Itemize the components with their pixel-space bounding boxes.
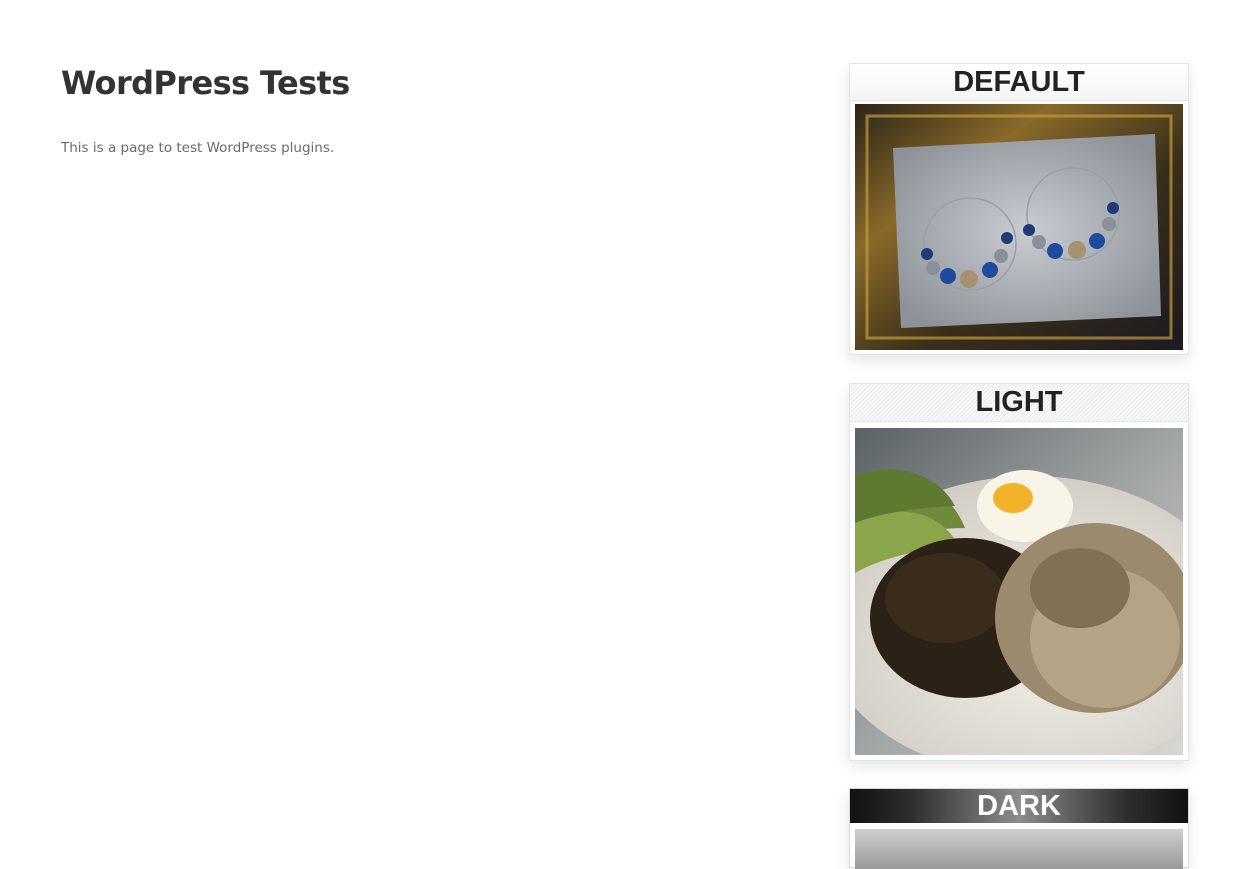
- widget-title-light: LIGHT: [850, 384, 1188, 422]
- photo-earrings[interactable]: [855, 104, 1183, 350]
- photo-plate[interactable]: [855, 428, 1183, 755]
- page-title: WordPress Tests: [61, 64, 350, 102]
- widget-default: DEFAULT: [849, 63, 1189, 355]
- widget-title-default: DEFAULT: [850, 64, 1188, 101]
- widget-dark: DARK: [849, 788, 1189, 869]
- page-description: This is a page to test WordPress plugins…: [61, 140, 335, 156]
- widget-light: LIGHT: [849, 383, 1189, 761]
- widget-title-dark: DARK: [850, 789, 1188, 823]
- photo-dark[interactable]: [855, 829, 1183, 869]
